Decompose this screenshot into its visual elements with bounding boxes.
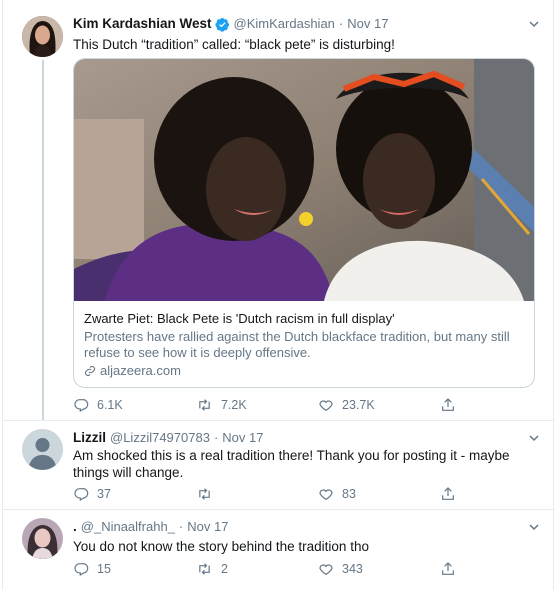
share-button[interactable] xyxy=(440,561,464,577)
like-button[interactable]: 343 xyxy=(318,561,363,577)
display-name[interactable]: Kim Kardashian West xyxy=(73,16,212,32)
share-button[interactable] xyxy=(440,397,464,413)
reply-count: 6.1K xyxy=(97,398,123,412)
timeline: Kim Kardashian West @KimKardashian · Nov… xyxy=(2,0,555,590)
avatar[interactable] xyxy=(22,16,63,57)
verified-badge-icon xyxy=(214,17,230,32)
like-count: 83 xyxy=(342,487,356,501)
tweet-header: Kim Kardashian West @KimKardashian · Nov… xyxy=(73,16,388,32)
share-icon xyxy=(442,398,454,411)
reply-count: 15 xyxy=(97,562,111,576)
handle[interactable]: @KimKardashian xyxy=(234,16,335,32)
retweet-icon xyxy=(199,563,210,575)
link-icon xyxy=(84,365,96,376)
like-count: 23.7K xyxy=(342,398,375,412)
reply-count: 37 xyxy=(97,487,111,501)
retweet-count: 2 xyxy=(221,562,228,576)
tweet-header: . @_Ninaalfrahh_ · Nov 17 xyxy=(73,519,228,535)
chevron-down-icon[interactable] xyxy=(527,431,541,445)
retweet-button[interactable] xyxy=(196,486,221,502)
reply-icon xyxy=(74,563,89,577)
reply-button[interactable]: 15 xyxy=(73,561,111,577)
like-button[interactable]: 23.7K xyxy=(318,397,375,413)
retweet-button[interactable]: 2 xyxy=(196,561,228,577)
tweet-kim[interactable]: Kim Kardashian West @KimKardashian · Nov… xyxy=(3,0,555,420)
reply-button[interactable]: 6.1K xyxy=(73,397,123,413)
retweet-icon xyxy=(199,488,210,500)
timestamp[interactable]: Nov 17 xyxy=(222,430,263,446)
share-icon xyxy=(442,562,454,575)
tweet-text: Am shocked this is a real tradition ther… xyxy=(73,448,510,480)
reply-icon xyxy=(74,399,89,413)
avatar[interactable] xyxy=(22,429,63,470)
reply-icon xyxy=(74,488,89,502)
card-domain-text: aljazeera.com xyxy=(100,363,181,378)
timestamp[interactable]: Nov 17 xyxy=(187,519,228,535)
retweet-icon xyxy=(199,399,210,411)
share-icon xyxy=(442,487,454,500)
avatar[interactable] xyxy=(22,518,63,559)
like-count: 343 xyxy=(342,562,363,576)
separator-dot: · xyxy=(338,16,344,31)
card-description: Protesters have rallied against the Dutc… xyxy=(84,329,510,360)
card-domain: aljazeera.com xyxy=(84,363,181,378)
tweet-reply-nina[interactable]: . @_Ninaalfrahh_ · Nov 17 You do not kno… xyxy=(3,510,555,590)
chevron-down-icon[interactable] xyxy=(527,520,541,534)
tweet-actions: 6.1K 7.2K 23.7K xyxy=(73,397,463,415)
default-avatar-icon xyxy=(22,429,63,470)
display-name[interactable]: . xyxy=(73,519,77,535)
tweet-actions: 37 83 xyxy=(73,486,463,504)
tweet-header: Lizzil @Lizzil74970783 · Nov 17 xyxy=(73,430,263,446)
like-icon xyxy=(319,564,333,576)
tweet-text: This Dutch “tradition” called: “black pe… xyxy=(73,37,395,52)
reply-button[interactable]: 37 xyxy=(73,486,111,502)
timestamp[interactable]: Nov 17 xyxy=(347,16,388,32)
like-button[interactable]: 83 xyxy=(318,486,356,502)
link-card[interactable]: Zwarte Piet: Black Pete is 'Dutch racism… xyxy=(73,58,535,388)
handle[interactable]: @Lizzil74970783 xyxy=(110,430,210,446)
tweet-text: You do not know the story behind the tra… xyxy=(73,539,369,554)
share-button[interactable] xyxy=(440,486,464,502)
card-title: Zwarte Piet: Black Pete is 'Dutch racism… xyxy=(84,311,395,326)
like-icon xyxy=(319,400,333,412)
display-name[interactable]: Lizzil xyxy=(73,430,106,446)
article-image xyxy=(74,59,534,301)
separator-dot: · xyxy=(213,430,219,445)
chevron-down-icon[interactable] xyxy=(527,17,541,31)
tweet-reply-lizzil[interactable]: Lizzil @Lizzil74970783 · Nov 17 Am shock… xyxy=(3,421,555,509)
retweet-button[interactable]: 7.2K xyxy=(196,397,247,413)
like-icon xyxy=(319,489,333,501)
thread-connector xyxy=(42,60,44,420)
handle[interactable]: @_Ninaalfrahh_ xyxy=(81,519,175,535)
retweet-count: 7.2K xyxy=(221,398,247,412)
tweet-actions: 15 2 343 xyxy=(73,561,463,579)
separator-dot: · xyxy=(178,519,184,534)
